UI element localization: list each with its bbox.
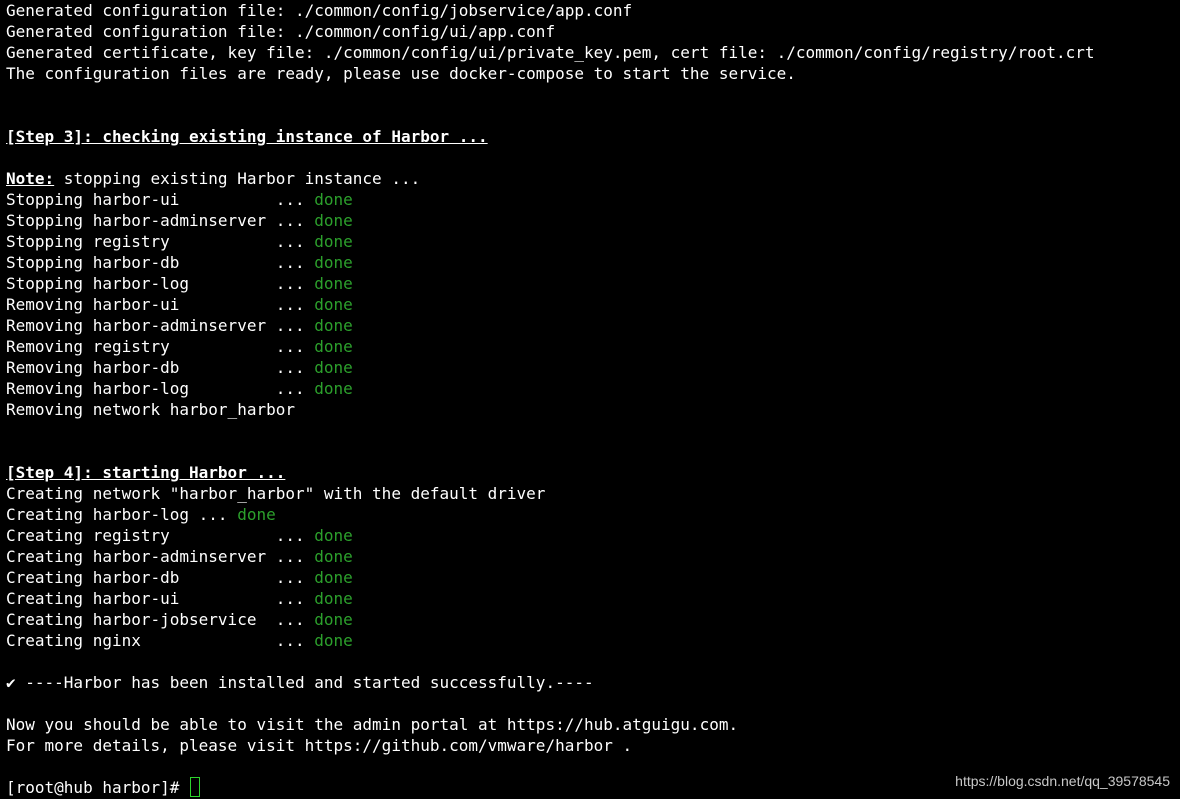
- status-action: Creating harbor-log ...: [6, 505, 238, 524]
- status-action: Creating registry ...: [6, 526, 315, 545]
- status-done: done: [314, 316, 353, 335]
- watermark: https://blog.csdn.net/qq_39578545: [955, 773, 1170, 789]
- line-text: Generated configuration file: ./common/c…: [6, 22, 556, 41]
- terminal-line: ✔ ----Harbor has been installed and star…: [6, 672, 1176, 693]
- shell-prompt: [root@hub harbor]#: [6, 778, 190, 797]
- status-line: Removing harbor-adminserver ... done: [6, 315, 1176, 336]
- status-line: Stopping registry ... done: [6, 231, 1176, 252]
- cursor-icon[interactable]: [190, 777, 201, 797]
- line-text: For more details, please visit https://g…: [6, 736, 633, 755]
- status-done: done: [314, 631, 353, 650]
- status-action: Stopping registry ...: [6, 232, 315, 251]
- note-label: Note:: [6, 169, 55, 188]
- status-line: Creating harbor-jobservice ... done: [6, 609, 1176, 630]
- status-line: Creating harbor-ui ... done: [6, 588, 1176, 609]
- terminal-output[interactable]: Generated configuration file: ./common/c…: [6, 0, 1176, 799]
- status-action: Removing harbor-ui ...: [6, 295, 315, 314]
- status-line: Creating harbor-adminserver ... done: [6, 546, 1176, 567]
- step-heading-text: [Step 3]: checking existing instance of …: [6, 127, 488, 146]
- status-done: done: [314, 232, 353, 251]
- line-text: Now you should be able to visit the admi…: [6, 715, 739, 734]
- status-action: Stopping harbor-db ...: [6, 253, 315, 272]
- status-done: done: [314, 589, 353, 608]
- status-done: done: [314, 547, 353, 566]
- step-heading: [Step 3]: checking existing instance of …: [6, 126, 1176, 147]
- status-done: done: [314, 295, 353, 314]
- status-action: Creating harbor-ui ...: [6, 589, 315, 608]
- status-line: Creating registry ... done: [6, 525, 1176, 546]
- line-text: Creating network "harbor_harbor" with th…: [6, 484, 546, 503]
- status-done: done: [314, 211, 353, 230]
- line-text: Generated configuration file: ./common/c…: [6, 1, 633, 20]
- line-text: Generated certificate, key file: ./commo…: [6, 43, 1095, 62]
- note-text: stopping existing Harbor instance ...: [54, 169, 421, 188]
- status-line: Removing harbor-db ... done: [6, 357, 1176, 378]
- status-done: done: [314, 253, 353, 272]
- status-action: Creating nginx ...: [6, 631, 315, 650]
- status-done: done: [314, 190, 353, 209]
- status-action: Stopping harbor-ui ...: [6, 190, 315, 209]
- status-action: Creating harbor-db ...: [6, 568, 315, 587]
- terminal-line: The configuration files are ready, pleas…: [6, 63, 1176, 84]
- terminal-line: For more details, please visit https://g…: [6, 735, 1176, 756]
- status-line: Creating harbor-db ... done: [6, 567, 1176, 588]
- status-done: done: [314, 379, 353, 398]
- terminal-line: Generated certificate, key file: ./commo…: [6, 42, 1176, 63]
- status-action: Removing harbor-log ...: [6, 379, 315, 398]
- status-line: Creating nginx ... done: [6, 630, 1176, 651]
- status-line: Removing registry ... done: [6, 336, 1176, 357]
- terminal-line: Note: stopping existing Harbor instance …: [6, 168, 1176, 189]
- terminal-line: Generated configuration file: ./common/c…: [6, 21, 1176, 42]
- status-action: Removing registry ...: [6, 337, 315, 356]
- status-done: done: [314, 610, 353, 629]
- status-done: done: [237, 505, 276, 524]
- status-done: done: [314, 568, 353, 587]
- terminal-line: Creating network "harbor_harbor" with th…: [6, 483, 1176, 504]
- status-action: Creating harbor-jobservice ...: [6, 610, 315, 629]
- terminal-line: Now you should be able to visit the admi…: [6, 714, 1176, 735]
- line-text: Removing network harbor_harbor: [6, 400, 295, 419]
- status-done: done: [314, 337, 353, 356]
- line-text: ✔ ----Harbor has been installed and star…: [6, 673, 594, 692]
- terminal-line: Generated configuration file: ./common/c…: [6, 0, 1176, 21]
- status-line: Removing harbor-ui ... done: [6, 294, 1176, 315]
- status-line: Creating harbor-log ... done: [6, 504, 1176, 525]
- step-heading: [Step 4]: starting Harbor ...: [6, 462, 1176, 483]
- status-line: Stopping harbor-ui ... done: [6, 189, 1176, 210]
- status-action: Stopping harbor-adminserver ...: [6, 211, 315, 230]
- status-done: done: [314, 358, 353, 377]
- status-done: done: [314, 526, 353, 545]
- status-action: Removing harbor-adminserver ...: [6, 316, 315, 335]
- status-line: Stopping harbor-db ... done: [6, 252, 1176, 273]
- step-heading-text: [Step 4]: starting Harbor ...: [6, 463, 286, 482]
- terminal-line: Removing network harbor_harbor: [6, 399, 1176, 420]
- status-line: Removing harbor-log ... done: [6, 378, 1176, 399]
- status-done: done: [314, 274, 353, 293]
- status-line: Stopping harbor-adminserver ... done: [6, 210, 1176, 231]
- status-line: Stopping harbor-log ... done: [6, 273, 1176, 294]
- line-text: The configuration files are ready, pleas…: [6, 64, 796, 83]
- status-action: Creating harbor-adminserver ...: [6, 547, 315, 566]
- status-action: Stopping harbor-log ...: [6, 274, 315, 293]
- status-action: Removing harbor-db ...: [6, 358, 315, 377]
